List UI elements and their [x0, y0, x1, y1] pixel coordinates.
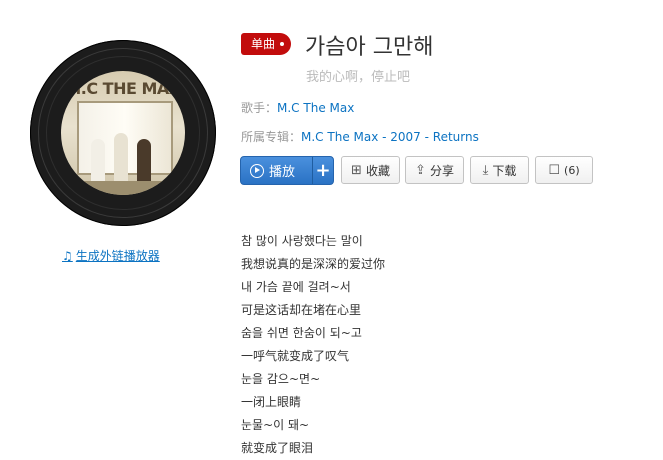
lyric-line: 一呼气就变成了叹气: [241, 349, 350, 363]
album-link[interactable]: M.C The Max - 2007 - Returns: [301, 130, 479, 144]
lyric-line: 참 많이 사랑했다는 말이: [241, 234, 363, 248]
cover-logo: M.C THE MAX: [65, 79, 181, 98]
play-label: 播放: [269, 165, 296, 180]
comment-button[interactable]: ☐ (6): [535, 156, 593, 184]
generate-outer-player-label: 生成外链播放器: [75, 249, 160, 263]
song-title: 가슴아 그만해: [305, 35, 434, 60]
lyric-line: 눈을 감으~면~: [241, 372, 321, 386]
add-to-playlist-button[interactable]: +: [313, 157, 333, 184]
play-button[interactable]: 播放: [241, 161, 312, 180]
badge-dot: [280, 42, 285, 46]
album-disc: M.C THE MAX: [30, 40, 216, 226]
comment-count: (6): [564, 163, 580, 177]
cover-floor: [61, 181, 185, 195]
lyric-line: 눈물~이 돼~: [241, 418, 310, 432]
cover-person: [114, 133, 128, 185]
single-badge-label: 单曲: [251, 37, 276, 51]
share-button[interactable]: ⇪ 分享: [405, 156, 464, 184]
lyric-line: 一闭上眼睛: [241, 395, 302, 409]
collect-button[interactable]: ⊞ 收藏: [341, 156, 400, 184]
album-label: 所属专辑：: [241, 130, 302, 144]
cover-person: [91, 139, 105, 185]
lyric-line: 숨을 쉬면 한숨이 되~고: [241, 326, 362, 340]
artist-row: 歌手：M.C The Max: [241, 99, 354, 116]
download-icon: ⤓: [482, 162, 489, 178]
share-icon: ⇪: [415, 162, 426, 178]
artist-label: 歌手：: [241, 101, 278, 115]
lyric-line: 就变成了眼泪: [241, 441, 314, 455]
lyric-line: 내 가슴 끝에 걸려~서: [241, 280, 351, 294]
album-row: 所属专辑：M.C The Max - 2007 - Returns: [241, 128, 479, 145]
download-button[interactable]: ⤓ 下载: [470, 156, 529, 184]
collect-icon: ⊞: [351, 162, 362, 178]
play-icon: [250, 163, 264, 178]
lyrics: 참 많이 사랑했다는 말이 我想说真的是深深的爱过你 내 가슴 끝에 걸려~서 …: [241, 230, 385, 460]
comment-icon: ☐: [548, 162, 561, 178]
song-subtitle: 我的心啊，停止吧: [306, 70, 411, 85]
music-note-icon: ♫: [62, 248, 73, 263]
play-button-group: 播放 +: [240, 156, 334, 185]
lyric-line: 我想说真的是深深的爱过你: [241, 257, 386, 271]
generate-outer-player-link[interactable]: ♫ 生成外链播放器: [62, 247, 160, 264]
album-cover[interactable]: M.C THE MAX: [61, 71, 185, 195]
single-badge: 单曲: [241, 33, 292, 55]
lyric-line: 可是这话却在堵在心里: [241, 303, 362, 317]
download-label: 下载: [492, 163, 517, 178]
cover-person: [137, 139, 151, 185]
collect-label: 收藏: [365, 163, 390, 178]
share-label: 分享: [429, 163, 454, 178]
artist-link[interactable]: M.C The Max: [277, 101, 354, 115]
